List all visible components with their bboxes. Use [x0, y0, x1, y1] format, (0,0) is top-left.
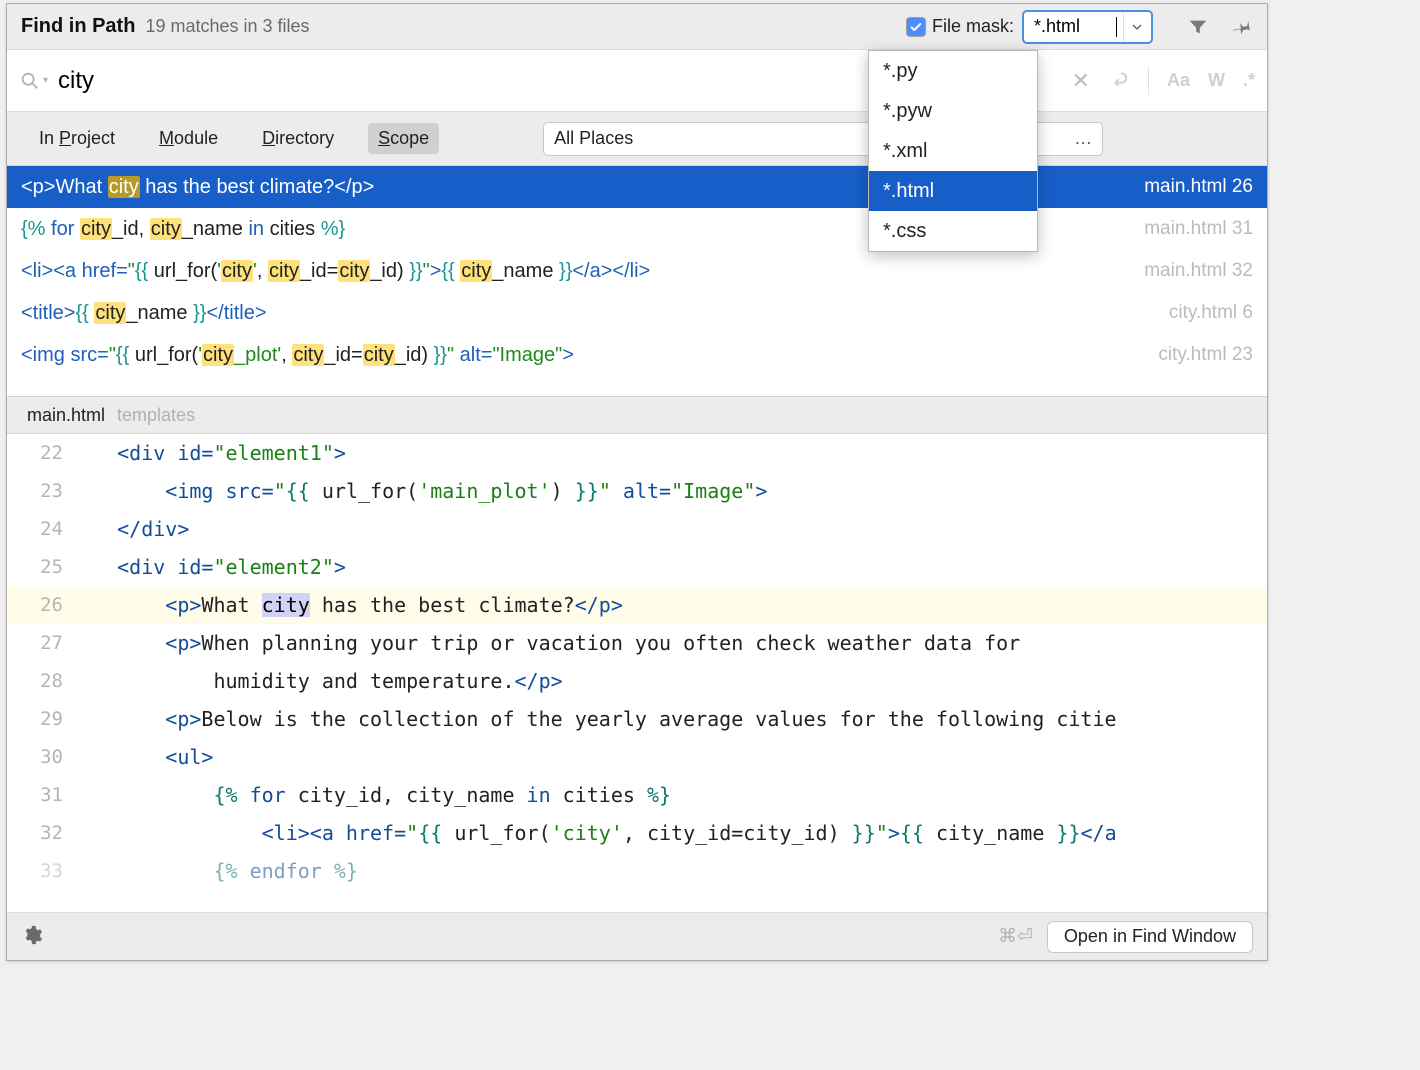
filter-icon[interactable]	[1187, 16, 1209, 38]
scope-places-value: All Places	[554, 128, 633, 149]
dropdown-item[interactable]: *.css	[869, 211, 1037, 251]
file-mask-checkbox[interactable]	[906, 17, 926, 37]
search-history-arrow-icon[interactable]: ▾	[43, 75, 48, 86]
search-bar: ▾ ✕ Aa W .*	[7, 50, 1267, 112]
dropdown-item[interactable]: *.py	[869, 51, 1037, 91]
settings-icon[interactable]	[21, 924, 43, 949]
scope-tab-module[interactable]: Module	[149, 123, 228, 154]
dropdown-item[interactable]: *.xml	[869, 131, 1037, 171]
preview-directory: templates	[117, 405, 195, 426]
search-results: <p>What city has the best climate?</p> m…	[7, 166, 1267, 396]
result-row[interactable]: <title>{{ city_name }}</title> city.html…	[7, 292, 1267, 334]
result-row[interactable]: <img src="{{ url_for('city_plot', city_i…	[7, 334, 1267, 376]
words-button[interactable]: W	[1208, 70, 1225, 91]
file-mask-label: File mask:	[932, 16, 1014, 37]
search-input[interactable]	[58, 67, 758, 95]
shortcut-hint: ⌘⏎	[998, 925, 1033, 948]
preview-filename: main.html	[27, 405, 105, 426]
clear-search-icon[interactable]: ✕	[1072, 68, 1090, 94]
scope-tab-project[interactable]: In Project	[29, 123, 125, 154]
match-case-button[interactable]: Aa	[1167, 70, 1190, 91]
code-preview[interactable]: 22 <div id="element1"> 23 <img src="{{ u…	[7, 434, 1267, 912]
dropdown-item[interactable]: *.pyw	[869, 91, 1037, 131]
scope-places-more-icon[interactable]: …	[1074, 128, 1092, 149]
file-mask-input-wrap	[1022, 10, 1153, 44]
titlebar: Find in Path 19 matches in 3 files File …	[7, 4, 1267, 50]
match-count: 19 matches in 3 files	[145, 16, 309, 37]
file-mask-input[interactable]	[1034, 16, 1116, 37]
search-icon	[19, 70, 41, 92]
footer: ⌘⏎ Open in Find Window	[7, 912, 1267, 960]
result-row[interactable]: <li><a href="{{ url_for('city', city_id=…	[7, 250, 1267, 292]
scope-bar: In Project Module Directory Scope All Pl…	[7, 112, 1267, 166]
newline-icon[interactable]	[1108, 68, 1130, 93]
result-row[interactable]: {% for city_id, city_name in cities %} m…	[7, 208, 1267, 250]
open-in-find-window-button[interactable]: Open in Find Window	[1047, 921, 1253, 953]
result-row[interactable]: <p>What city has the best climate?</p> m…	[7, 166, 1267, 208]
file-mask-dropdown-button[interactable]	[1123, 12, 1149, 42]
find-in-path-dialog: Find in Path 19 matches in 3 files File …	[6, 3, 1268, 961]
regex-button[interactable]: .*	[1243, 70, 1255, 91]
scope-tab-directory[interactable]: Directory	[252, 123, 344, 154]
dropdown-item[interactable]: *.html	[869, 171, 1037, 211]
file-mask-dropdown: *.py *.pyw *.xml *.html *.css	[868, 50, 1038, 252]
dialog-title: Find in Path	[21, 15, 135, 38]
scope-tab-scope[interactable]: Scope	[368, 123, 439, 154]
preview-header: main.html templates	[7, 396, 1267, 434]
pin-icon[interactable]	[1227, 11, 1258, 42]
